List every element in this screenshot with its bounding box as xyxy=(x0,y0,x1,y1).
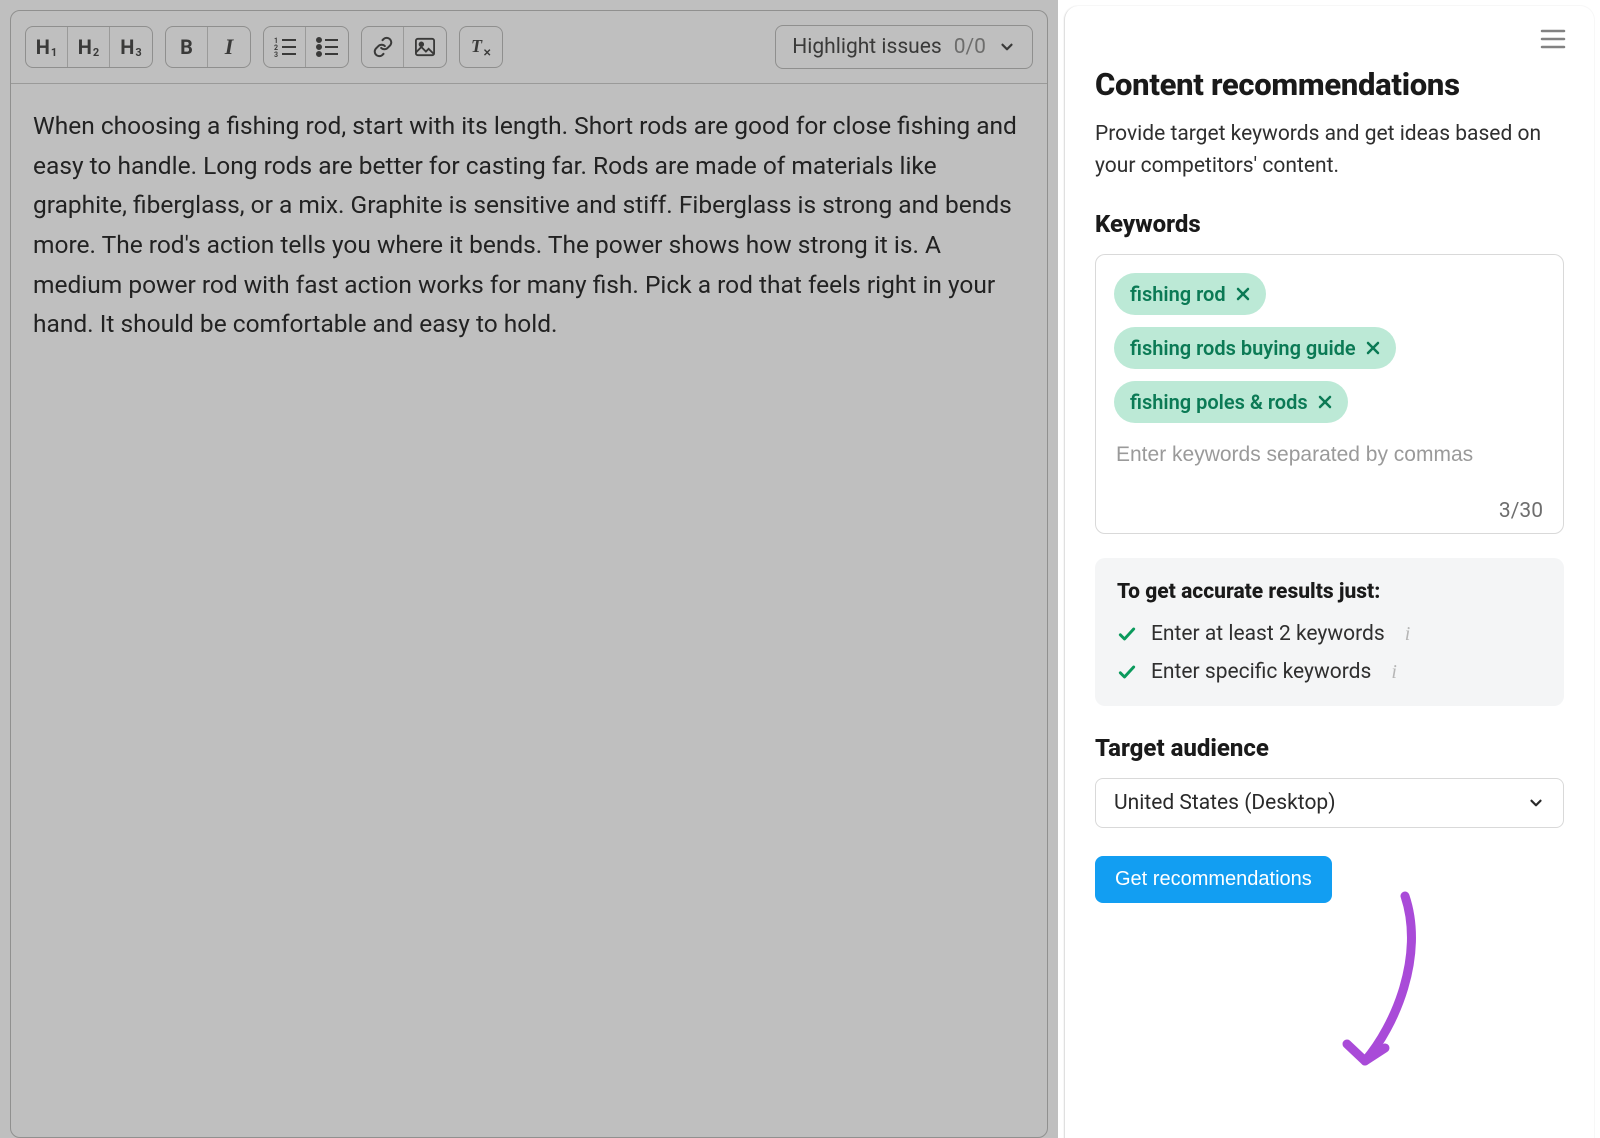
editor-toolbar: H1 H2 H3 B I xyxy=(11,11,1047,84)
italic-label: I xyxy=(225,34,234,60)
ordered-list-icon: 1 2 3 xyxy=(274,37,296,57)
tip-text: Enter specific keywords xyxy=(1151,660,1371,684)
highlight-issues-count: 0/0 xyxy=(954,35,986,59)
get-recommendations-button[interactable]: Get recommendations xyxy=(1095,856,1332,903)
keywords-heading: Keywords xyxy=(1095,210,1564,238)
keyword-tag-remove[interactable] xyxy=(1236,287,1250,301)
tips-box: To get accurate results just: Enter at l… xyxy=(1095,558,1564,706)
clear-group: T ✕ xyxy=(459,26,503,68)
editor-inner: H1 H2 H3 B I xyxy=(10,10,1048,1138)
keyword-tag: fishing poles & rods xyxy=(1114,381,1348,423)
check-icon xyxy=(1117,662,1137,682)
close-icon xyxy=(1366,341,1380,355)
unordered-list-icon xyxy=(316,37,338,57)
keyword-tag-remove[interactable] xyxy=(1366,341,1380,355)
h2-sub: 2 xyxy=(93,46,99,59)
bold-button[interactable]: B xyxy=(166,27,208,67)
sidebar-title: Content recommendations xyxy=(1095,66,1564,103)
keyword-tag-label: fishing rods buying guide xyxy=(1130,336,1356,360)
recommendations-sidebar: Content recommendations Provide target k… xyxy=(1064,6,1594,1138)
close-icon xyxy=(1318,395,1332,409)
tip-row: Enter at least 2 keywords i xyxy=(1117,622,1542,646)
app-root: H1 H2 H3 B I xyxy=(0,0,1600,1138)
highlight-issues-button[interactable]: Highlight issues 0/0 xyxy=(775,25,1033,69)
tip-row: Enter specific keywords i xyxy=(1117,660,1542,684)
h1-button[interactable]: H1 xyxy=(26,27,68,67)
list-group: 1 2 3 xyxy=(263,26,349,68)
close-icon xyxy=(1236,287,1250,301)
ordered-list-button[interactable]: 1 2 3 xyxy=(264,27,306,67)
h2-button[interactable]: H2 xyxy=(68,27,110,67)
keyword-tag: fishing rod xyxy=(1114,273,1266,315)
tip-text: Enter at least 2 keywords xyxy=(1151,622,1385,646)
heading-group: H1 H2 H3 xyxy=(25,26,153,68)
image-button[interactable] xyxy=(404,27,446,67)
chevron-down-icon xyxy=(998,38,1016,56)
svg-text:3: 3 xyxy=(274,51,278,57)
h3-label: H xyxy=(120,35,134,59)
editor-pane: H1 H2 H3 B I xyxy=(0,0,1058,1138)
check-icon xyxy=(1117,624,1137,644)
italic-button[interactable]: I xyxy=(208,27,250,67)
clear-format-button[interactable]: T ✕ xyxy=(460,27,502,67)
link-button[interactable] xyxy=(362,27,404,67)
keywords-input[interactable] xyxy=(1114,437,1545,485)
unordered-list-button[interactable] xyxy=(306,27,348,67)
sidebar-top xyxy=(1065,6,1594,54)
emphasis-group: B I xyxy=(165,26,251,68)
image-icon xyxy=(414,37,436,57)
audience-select[interactable]: United States (Desktop) xyxy=(1095,778,1564,828)
svg-text:✕: ✕ xyxy=(483,48,491,58)
clear-format-icon: T ✕ xyxy=(469,36,493,58)
h3-button[interactable]: H3 xyxy=(110,27,152,67)
keyword-tag: fishing rods buying guide xyxy=(1114,327,1396,369)
bold-label: B xyxy=(180,35,193,59)
sidebar-content: Content recommendations Provide target k… xyxy=(1065,54,1594,929)
editor-content[interactable]: When choosing a fishing rod, start with … xyxy=(11,84,1047,366)
hamburger-icon xyxy=(1540,28,1566,50)
highlight-issues-wrap: Highlight issues 0/0 xyxy=(775,25,1033,69)
sidebar-menu-button[interactable] xyxy=(1540,28,1566,54)
chevron-down-icon xyxy=(1527,794,1545,812)
audience-heading: Target audience xyxy=(1095,734,1564,762)
keyword-tags: fishing rod fishing rods buying guide fi… xyxy=(1114,273,1545,423)
h2-label: H xyxy=(78,35,92,59)
keyword-tag-remove[interactable] xyxy=(1318,395,1332,409)
keywords-count: 3/30 xyxy=(1114,499,1545,523)
keyword-tag-label: fishing rod xyxy=(1130,282,1226,306)
keyword-tag-label: fishing poles & rods xyxy=(1130,390,1308,414)
svg-text:T: T xyxy=(471,36,483,56)
sidebar-description: Provide target keywords and get ideas ba… xyxy=(1095,119,1564,182)
tips-title: To get accurate results just: xyxy=(1117,580,1542,604)
info-icon[interactable]: i xyxy=(1405,623,1411,646)
editor-text: When choosing a fishing rod, start with … xyxy=(33,111,1017,338)
audience-value: United States (Desktop) xyxy=(1114,791,1336,815)
get-recommendations-label: Get recommendations xyxy=(1115,868,1312,890)
highlight-issues-label: Highlight issues xyxy=(792,35,941,59)
h1-sub: 1 xyxy=(51,46,57,59)
insert-group xyxy=(361,26,447,68)
info-icon[interactable]: i xyxy=(1391,661,1397,684)
h3-sub: 3 xyxy=(135,46,141,59)
link-icon xyxy=(372,36,394,58)
h1-label: H xyxy=(36,35,50,59)
keywords-box: fishing rod fishing rods buying guide fi… xyxy=(1095,254,1564,534)
